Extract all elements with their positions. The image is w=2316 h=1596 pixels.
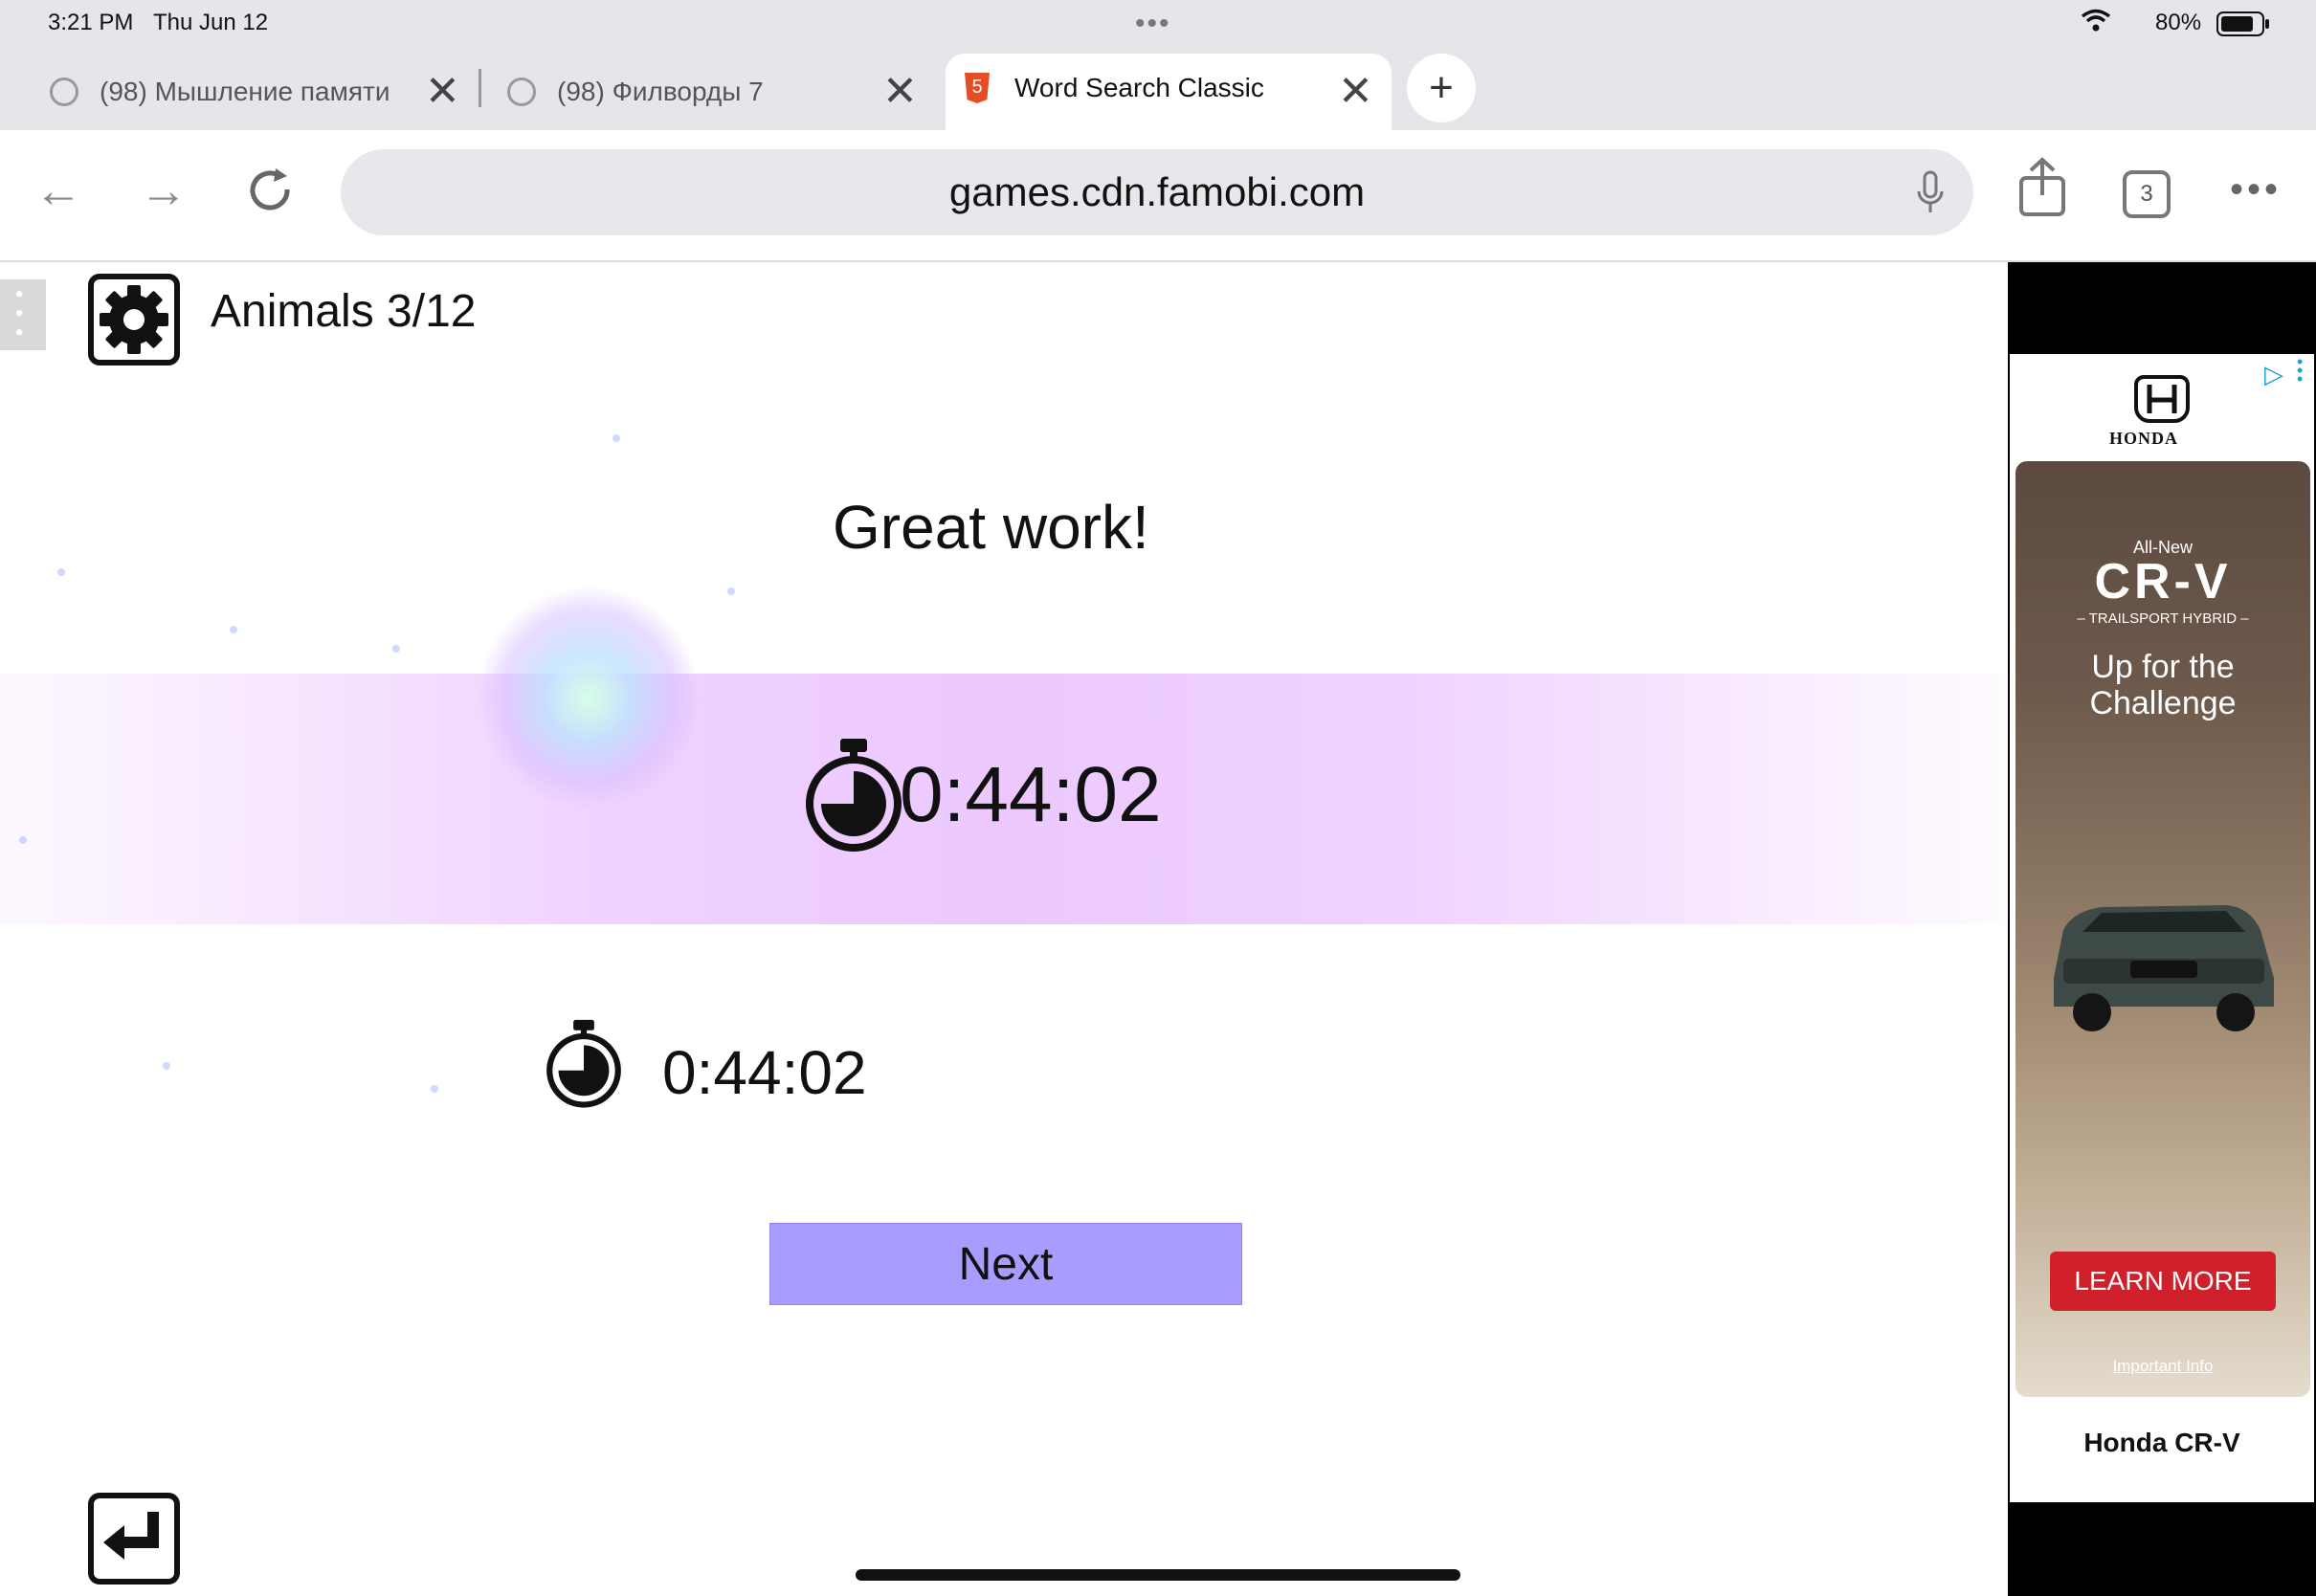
- sparkle-dot: [727, 587, 735, 595]
- gear-icon: [100, 285, 168, 354]
- tab-2-label: (98) Филворды 7: [557, 77, 764, 106]
- tab-1[interactable]: (98) Мышление памяти: [50, 54, 461, 130]
- sparkle-dot: [431, 1085, 438, 1093]
- microphone-icon[interactable]: [1916, 170, 1945, 224]
- sparkle-dot: [230, 626, 237, 633]
- tab-1-label: (98) Мышление памяти: [100, 77, 390, 106]
- settings-button[interactable]: [88, 274, 180, 366]
- multitask-dots-icon[interactable]: •••: [1135, 8, 1171, 40]
- new-tab-button[interactable]: +: [1407, 54, 1476, 122]
- globe-icon: [507, 78, 536, 106]
- status-time: 3:21 PM: [48, 10, 134, 35]
- address-bar[interactable]: games.cdn.famobi.com: [341, 149, 1973, 235]
- ad-model: CR-V: [2094, 554, 2232, 610]
- next-button[interactable]: Next: [769, 1223, 1242, 1305]
- tab-count-button[interactable]: 3: [2123, 170, 2171, 218]
- plus-icon: +: [1429, 64, 1454, 111]
- best-time: 0:44:02: [662, 1038, 867, 1107]
- adchoices-icon[interactable]: ▷: [2264, 360, 2283, 389]
- honda-logo-icon: [2134, 375, 2190, 423]
- html5-favicon-icon: 5: [965, 73, 990, 103]
- tab-2-close-icon[interactable]: ✕: [882, 67, 918, 116]
- best-time-stopwatch-icon: [544, 1018, 624, 1113]
- game-canvas[interactable]: • • • Animals 3/12 Great work! 0:44:02 0:4…: [0, 262, 2008, 1596]
- more-options-icon[interactable]: •••: [2230, 168, 2282, 211]
- sparkle-dot: [163, 1062, 170, 1070]
- sparkle-dot: [392, 645, 400, 653]
- home-indicator[interactable]: [856, 1569, 1460, 1581]
- ad-tagline: Up for the Challenge: [2089, 649, 2237, 721]
- completion-time: 0:44:02: [900, 751, 1162, 838]
- ad-options-icon[interactable]: • • •: [2297, 353, 2303, 388]
- battery-icon: [2216, 11, 2270, 41]
- important-info-link[interactable]: Important Info: [2015, 1357, 2310, 1376]
- result-headline: Great work!: [833, 493, 1149, 562]
- forward-arrow-icon[interactable]: →: [140, 166, 188, 214]
- tab-active[interactable]: 5 Word Search Classic ✕: [946, 54, 1392, 130]
- sparkle-burst-effect: [479, 587, 699, 808]
- sparkle-dot: [19, 836, 27, 844]
- back-arrow-icon[interactable]: ←: [34, 166, 82, 214]
- ad-footer: Honda CR-V: [2083, 1428, 2240, 1457]
- tab-2[interactable]: (98) Филворды 7: [507, 54, 890, 130]
- side-menu-handle[interactable]: • • •: [0, 279, 46, 350]
- browser-top-chrome: 3:21 PM Thu Jun 12 ••• 80% (98) Мышление…: [0, 0, 2316, 130]
- globe-icon: [50, 78, 78, 106]
- tab-1-close-icon[interactable]: ✕: [425, 67, 460, 116]
- tab-divider: [479, 69, 481, 107]
- wifi-icon: [2081, 8, 2111, 39]
- car-image: [2054, 905, 2274, 1031]
- tab-3-label: Word Search Classic: [1014, 73, 1264, 102]
- share-icon[interactable]: [2017, 157, 2067, 223]
- status-date: Thu Jun 12: [153, 10, 269, 35]
- return-arrow-icon: [103, 1512, 159, 1560]
- ad-image[interactable]: All-New CR-V – TRAILSPORT HYBRID – Up fo…: [2015, 461, 2310, 1397]
- tab-3-close-icon[interactable]: ✕: [1338, 67, 1373, 116]
- ad-brand: HONDA: [2109, 429, 2178, 448]
- reload-icon[interactable]: [245, 165, 299, 223]
- level-title: Animals 3/12: [211, 286, 477, 337]
- sparkle-dot: [612, 434, 620, 442]
- url-text: games.cdn.famobi.com: [948, 169, 1366, 214]
- back-to-menu-button[interactable]: [88, 1493, 180, 1585]
- battery-percent: 80%: [2155, 10, 2202, 35]
- learn-more-button[interactable]: LEARN MORE: [2050, 1252, 2276, 1311]
- stopwatch-icon: [802, 737, 905, 856]
- vertical-dots-icon: • • •: [15, 281, 24, 345]
- ad-trim: – TRAILSPORT HYBRID –: [2077, 610, 2249, 627]
- sparkle-dot: [57, 568, 65, 576]
